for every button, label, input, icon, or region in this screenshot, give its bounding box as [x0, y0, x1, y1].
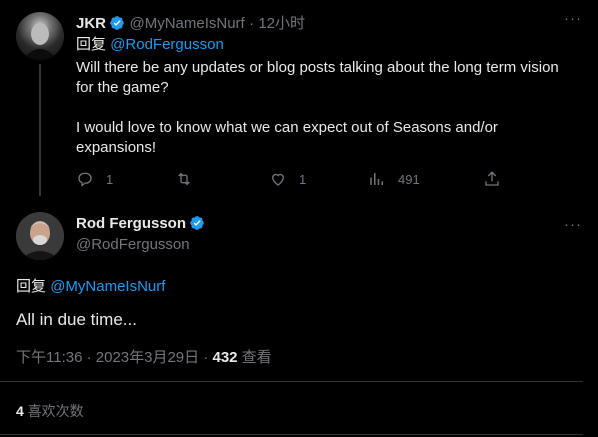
views-count: 432	[212, 349, 238, 366]
likes-stat[interactable]: 4 喜欢次数	[16, 401, 84, 421]
reply-context: 回复 @RodFergusson	[76, 35, 224, 55]
thread-line	[39, 64, 41, 196]
reply-button[interactable]: 1	[76, 170, 113, 188]
display-name[interactable]: Rod Fergusson	[76, 215, 186, 232]
divider	[0, 381, 583, 382]
relative-time[interactable]: · 12小时	[249, 15, 305, 32]
reply-prefix: 回复	[16, 278, 47, 295]
retweet-button[interactable]	[175, 170, 205, 188]
views-count: 491	[398, 171, 420, 187]
views-button[interactable]: 491	[368, 170, 420, 188]
reply-icon	[78, 172, 92, 187]
display-name[interactable]: JKR	[76, 15, 106, 32]
tweet-paragraph: Will there be any updates or blog posts …	[76, 59, 559, 96]
reply-count: 1	[106, 171, 114, 187]
timestamp[interactable]: 下午11:36 · 2023年3月29日 ·	[16, 349, 212, 366]
likes-count: 4	[16, 403, 24, 419]
handle[interactable]: @MyNameIsNurf	[129, 15, 244, 32]
likes-label: 喜欢次数	[23, 403, 84, 419]
reply-to-link[interactable]: @MyNameIsNurf	[50, 278, 165, 295]
reply-prefix: 回复	[76, 36, 107, 53]
tweet-text: Will there be any updates or blog posts …	[76, 58, 576, 158]
tweet-header: JKR @MyNameIsNurf · 12小时	[76, 12, 305, 33]
reply-context: 回复 @MyNameIsNurf	[16, 277, 165, 297]
more-options-icon[interactable]: ···	[564, 10, 582, 27]
verified-badge-icon	[189, 215, 205, 231]
reply-to-link[interactable]: @RodFergusson	[110, 36, 224, 53]
views-label: 查看	[237, 349, 272, 366]
handle[interactable]: @RodFergusson	[76, 236, 190, 253]
verified-badge-icon	[109, 15, 125, 31]
heart-icon	[272, 173, 284, 186]
avatar[interactable]	[16, 212, 64, 260]
share-button[interactable]	[483, 170, 501, 188]
divider	[0, 434, 583, 435]
like-count: 1	[299, 171, 307, 187]
avatar[interactable]	[16, 12, 64, 60]
author-header: Rod Fergusson	[76, 215, 205, 233]
retweet-icon	[178, 172, 190, 186]
more-options-icon[interactable]: ···	[564, 216, 582, 233]
tweet-meta: 下午11:36 · 2023年3月29日 · 432 查看	[16, 346, 272, 367]
tweet-paragraph: I would love to know what we can expect …	[76, 119, 498, 156]
like-button[interactable]: 1	[269, 170, 306, 188]
tweet-text: All in due time...	[16, 310, 137, 329]
share-icon	[485, 171, 499, 186]
analytics-icon	[370, 173, 383, 185]
